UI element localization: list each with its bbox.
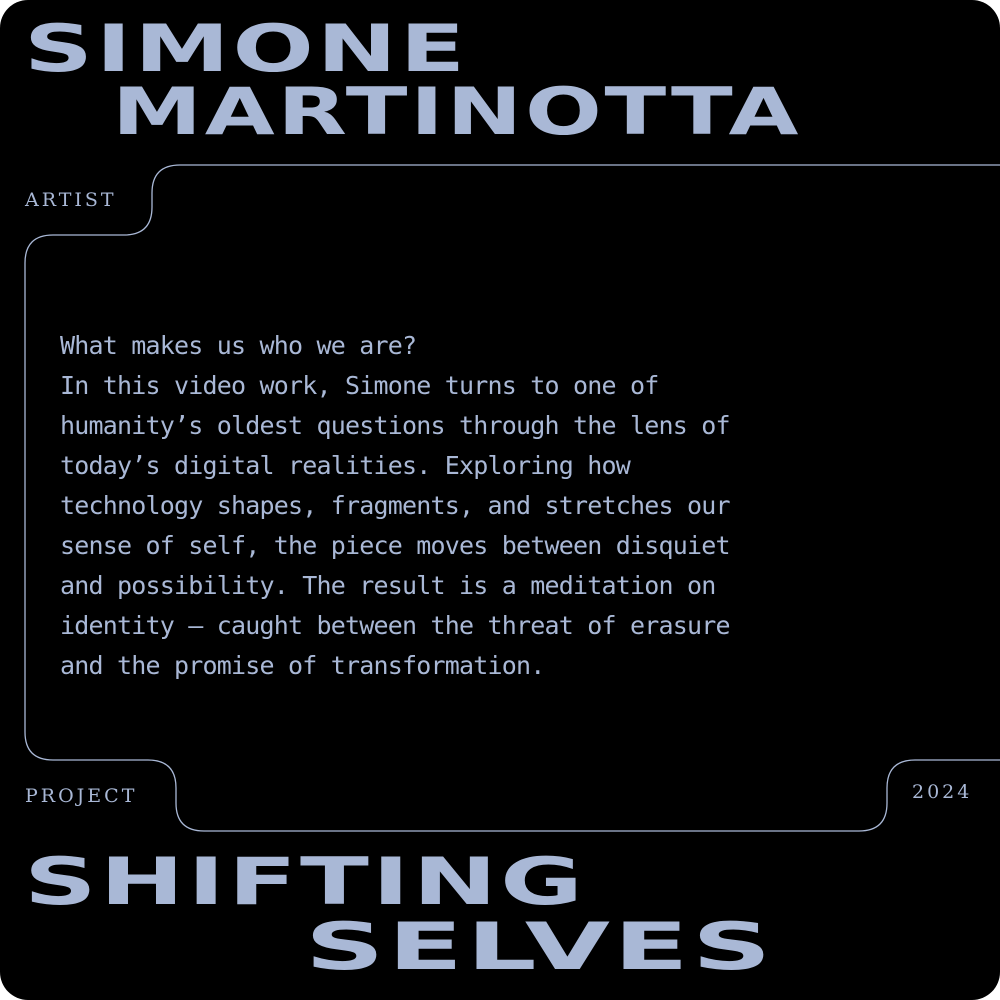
project-label: PROJECT [25, 785, 138, 807]
description-line: What makes us who we are? [60, 331, 417, 360]
artist-last-name: MARTINOTTA [112, 74, 802, 150]
description-line: and the promise of transformation. [60, 651, 545, 680]
poster-card: SIMONE MARTINOTTA ARTIST What makes us w… [0, 0, 1000, 1000]
year-label: 2024 [912, 781, 973, 803]
description-line: humanity’s oldest questions through the … [60, 411, 731, 440]
description-line: today’s digital realities. Exploring how [60, 451, 631, 480]
project-title-line-2: SELVES [305, 909, 775, 985]
artist-label: ARTIST [25, 189, 117, 211]
description-line: sense of self, the piece moves between d… [60, 531, 731, 560]
description-line: identity – caught between the threat of … [60, 611, 731, 640]
project-description: What makes us who we are? In this video … [60, 326, 940, 686]
description-line: and possibility. The result is a meditat… [60, 571, 716, 600]
project-title-line-1: SHIFTING [24, 844, 587, 920]
artist-first-name: SIMONE [24, 11, 468, 87]
description-line: technology shapes, fragments, and stretc… [60, 491, 731, 520]
description-line: In this video work, Simone turns to one … [60, 371, 659, 400]
